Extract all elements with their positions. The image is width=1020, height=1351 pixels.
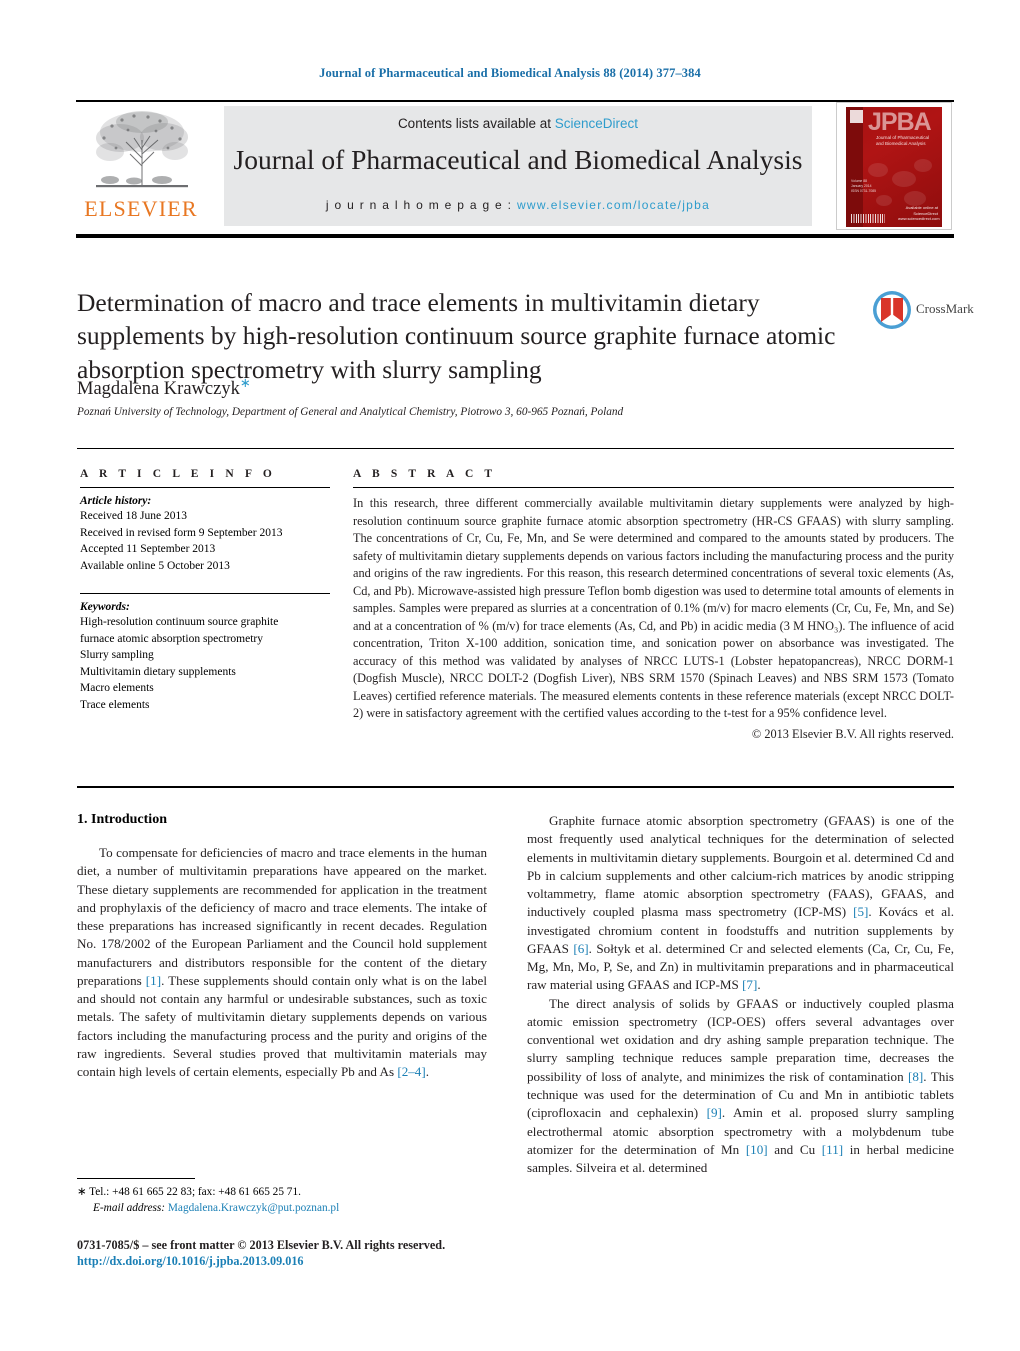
history-item: Accepted 11 September 2013 xyxy=(80,543,216,556)
cover-volume-info: Volume 88 January 2014 ISSN 0731-7085 xyxy=(851,179,877,194)
cover-blob-4 xyxy=(904,191,926,206)
body-column-left: 1. Introduction To compensate for defici… xyxy=(77,812,487,1081)
history-item: Received in revised form 9 September 201… xyxy=(80,526,283,539)
footnote-email-line: E-mail address: Magdalena.Krawczyk@put.p… xyxy=(77,1200,487,1216)
elsevier-logo: ELSEVIER xyxy=(78,106,204,228)
corresponding-footnote: ∗ Tel.: +48 61 665 22 83; fax: +48 61 66… xyxy=(77,1178,487,1217)
cover-spine xyxy=(846,107,863,227)
running-head: Journal of Pharmaceutical and Biomedical… xyxy=(319,66,701,80)
keyword-item: High-resolution continuum source graphit… xyxy=(80,616,279,629)
elsevier-tree-icon xyxy=(96,111,188,188)
journal-homepage-line: j o u r n a l h o m e p a g e : www.else… xyxy=(224,198,812,212)
article-history-label: Article history: xyxy=(80,495,152,507)
intro-right-text-1: Graphite furnace atomic absorption spect… xyxy=(527,813,954,993)
intro-paragraph-left-1: To compensate for deficiencies of macro … xyxy=(77,844,487,1081)
keywords-rule xyxy=(80,593,330,595)
intro-right-text-2: The direct analysis of solids by GFAAS o… xyxy=(527,995,955,1176)
journal-cover-art: JPBA Journal of Pharmaceutical and Biome… xyxy=(846,107,942,227)
article-info-column: A R T I C L E I N F O Article history: R… xyxy=(80,468,330,713)
cover-acronym: JPBA xyxy=(868,108,932,136)
cover-corner-mark xyxy=(850,110,863,123)
footnote-rule xyxy=(77,1178,195,1179)
abstract-rule xyxy=(353,487,954,488)
footnote-marker: ∗ xyxy=(77,1186,87,1198)
crossmark-badge-group[interactable]: CrossMark xyxy=(872,288,974,332)
abstract-bottom-rule xyxy=(77,786,954,788)
sciencedirect-link[interactable]: ScienceDirect xyxy=(555,116,638,131)
page-title: Determination of macro and trace element… xyxy=(77,288,836,384)
body-column-right: Graphite furnace atomic absorption spect… xyxy=(527,812,954,1177)
article-page: Journal of Pharmaceutical and Biomedical… xyxy=(0,0,1020,1351)
corresponding-author-marker: ∗ xyxy=(239,375,251,390)
article-info-heading: A R T I C L E I N F O xyxy=(80,468,276,480)
keyword-item: Slurry sampling xyxy=(80,649,154,662)
email-address-label: E-mail address: xyxy=(93,1202,166,1215)
keywords-label: Keywords: xyxy=(80,601,130,614)
abstract-top-rule xyxy=(77,448,954,449)
history-item: Received 18 June 2013 xyxy=(80,510,187,522)
homepage-prefix: j o u r n a l h o m e p a g e : xyxy=(325,198,517,212)
keyword-item: Macro elements xyxy=(80,682,154,695)
issn-copyright-line: 0731-7085/$ – see front matter © 2013 El… xyxy=(77,1238,446,1252)
keyword-item: furnace atomic absorption spectrometry xyxy=(80,632,263,645)
journal-homepage-link[interactable]: www.elsevier.com/locate/jpba xyxy=(517,198,710,212)
author-name: Magdalena Krawczyk∗ xyxy=(77,375,251,400)
masthead-center-panel: Contents lists available at ScienceDirec… xyxy=(224,106,812,226)
keywords-list: High-resolution continuum source graphit… xyxy=(80,614,330,713)
title-block: Determination of macro and trace element… xyxy=(77,286,847,386)
intro-paragraph-right-2: The direct analysis of solids by GFAAS o… xyxy=(527,995,954,1178)
author-label: Magdalena Krawczyk xyxy=(77,379,240,400)
keyword-item: Multivitamin dietary supplements xyxy=(80,665,236,678)
doi-link[interactable]: http://dx.doi.org/10.1016/j.jpba.2013.09… xyxy=(77,1254,597,1269)
crossmark-icon xyxy=(873,291,911,329)
cover-blob-5 xyxy=(876,195,892,206)
elsevier-wordmark: ELSEVIER xyxy=(84,196,198,221)
abstract-copyright: © 2013 Elsevier B.V. All rights reserved… xyxy=(751,726,954,741)
intro-left-text-1: To compensate for deficiencies of macro … xyxy=(77,845,487,1080)
author-email-link[interactable]: Magdalena.Krawczyk@put.poznan.pl xyxy=(168,1202,339,1214)
author-affiliation: Poznań University of Technology, Departm… xyxy=(77,406,624,418)
keyword-item: Trace elements xyxy=(80,698,150,711)
crossmark-label: CrossMark xyxy=(916,301,974,316)
cover-barcode xyxy=(851,214,885,223)
journal-masthead: ELSEVIER Contents lists available at Sci… xyxy=(76,100,954,238)
footnote-contact-line: ∗ Tel.: +48 61 665 22 83; fax: +48 61 66… xyxy=(77,1184,487,1200)
abstract-text: In this research, three different commer… xyxy=(353,496,955,721)
cover-subtitle: Journal of Pharmaceutical and Biomedical… xyxy=(876,135,930,147)
cover-blob-2 xyxy=(892,171,916,187)
footnote-contact: Tel.: +48 61 665 22 83; fax: +48 61 665 … xyxy=(89,1186,301,1198)
section-heading-introduction: 1. Introduction xyxy=(77,812,167,827)
journal-title: Journal of Pharmaceutical and Biomedical… xyxy=(233,144,803,175)
article-info-rule xyxy=(80,487,330,488)
abstract-column: A B S T R A C T In this research, three … xyxy=(353,468,954,742)
intro-paragraph-right-1: Graphite furnace atomic absorption spect… xyxy=(527,812,954,995)
history-item: Available online 5 October 2013 xyxy=(80,559,230,572)
contents-list-line: Contents lists available at ScienceDirec… xyxy=(224,116,812,131)
article-history-list: Received 18 June 2013 Received in revise… xyxy=(80,508,330,574)
colophon: 0731-7085/$ – see front matter © 2013 El… xyxy=(77,1238,597,1269)
contents-prefix: Contents lists available at xyxy=(397,116,555,131)
journal-cover-thumbnail[interactable]: JPBA Journal of Pharmaceutical and Biome… xyxy=(836,102,952,230)
abstract-heading: A B S T R A C T xyxy=(353,468,497,480)
cover-sciencedirect-label: Available online at ScienceDirect www.sc… xyxy=(898,205,940,221)
cover-blob-3 xyxy=(914,159,932,172)
cover-blob-1 xyxy=(868,163,888,177)
